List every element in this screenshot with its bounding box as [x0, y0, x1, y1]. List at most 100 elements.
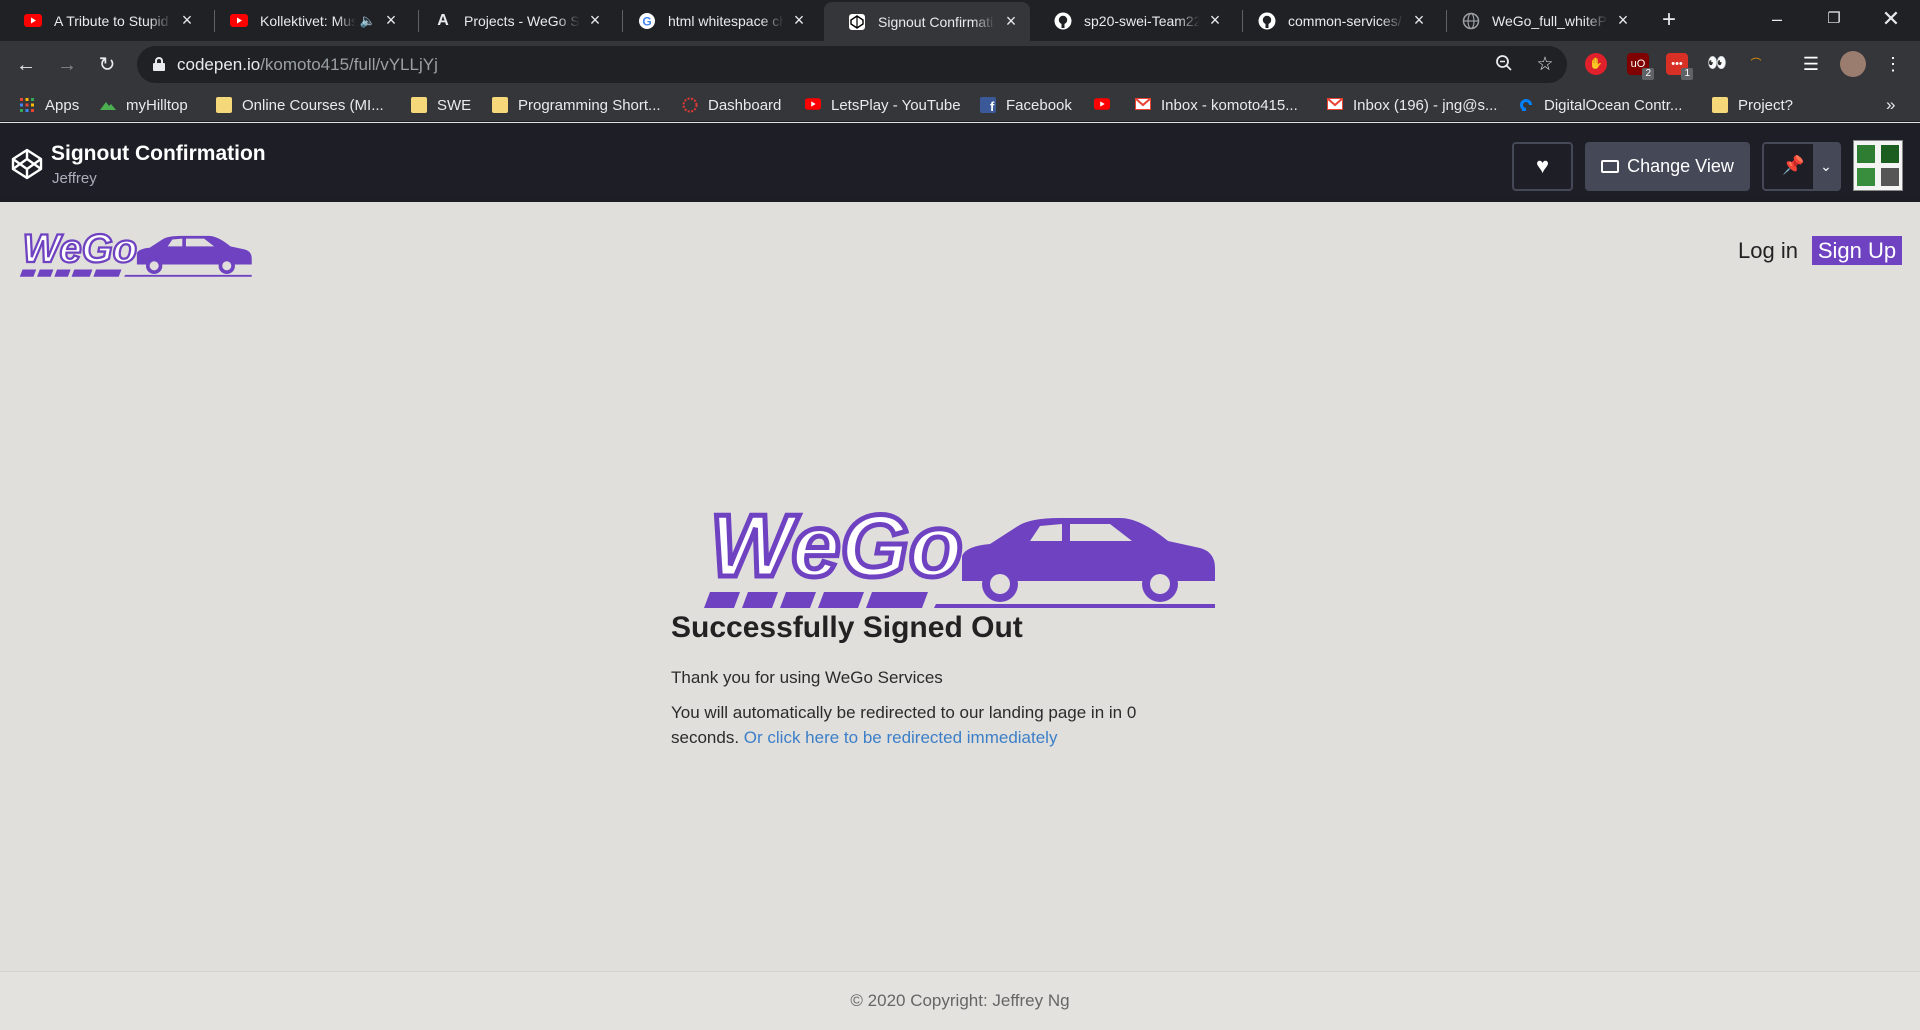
codepen-icon	[848, 13, 866, 31]
bookmark-label: myHilltop	[126, 96, 188, 114]
signup-button[interactable]: Sign Up	[1812, 236, 1902, 265]
reload-button[interactable]: ↻	[92, 50, 122, 80]
media-control-icon[interactable]: ☰	[1800, 53, 1822, 75]
digitalocean-icon	[1518, 97, 1534, 113]
bookmark-letsplay[interactable]: LetsPlay - YouTube	[805, 94, 961, 116]
tab-tribute[interactable]: A Tribute to Stupid ×	[0, 0, 206, 41]
codepen-logo-icon[interactable]	[10, 147, 44, 181]
bookmark-myhilltop[interactable]: myHilltop	[100, 94, 188, 116]
hilltop-icon	[100, 97, 116, 113]
tab-title: Signout Confirmati	[878, 13, 994, 30]
redirect-message: You will automatically be redirected to …	[671, 700, 1201, 750]
tab-title: A Tribute to Stupid	[54, 12, 169, 29]
tab-html-whitespace[interactable]: G html whitespace ch ×	[614, 0, 818, 41]
ublock-extension-icon[interactable]: uO 2	[1627, 53, 1654, 80]
redirect-link[interactable]: Or click here to be redirected immediate…	[744, 728, 1058, 747]
bookmark-inbox-jng[interactable]: Inbox (196) - jng@s...	[1326, 94, 1498, 116]
svg-text:G: G	[642, 14, 651, 28]
tab-kollektivet[interactable]: Kollektivet: Music 🔈 ×	[206, 0, 410, 41]
address-bar[interactable]: codepen.io/komoto415/full/vYLLjYj ☆	[137, 46, 1567, 83]
bookmarks-bar: Apps myHilltop Online Courses (MI... SWE…	[0, 88, 1920, 122]
pin-icon: 📌	[1782, 155, 1805, 175]
youtube-icon	[1094, 97, 1110, 113]
speaker-icon[interactable]: 🔈	[360, 13, 376, 29]
zoom-icon[interactable]	[1493, 54, 1515, 76]
bookmark-label: DigitalOcean Contr...	[1544, 96, 1683, 114]
gmail-icon	[1326, 97, 1344, 113]
close-tab-icon[interactable]: ×	[382, 10, 400, 31]
signout-heading: Successfully Signed Out	[671, 611, 1023, 644]
close-window-button[interactable]: ✕	[1868, 0, 1914, 41]
close-tab-icon[interactable]: ×	[1206, 10, 1224, 31]
google-icon: G	[638, 12, 656, 30]
folder-icon	[216, 97, 232, 113]
youtube-icon	[24, 12, 42, 30]
browser-toolbar: ← → ↻ codepen.io/komoto415/full/vYLLjYj …	[0, 41, 1920, 88]
change-view-button[interactable]: Change View	[1585, 142, 1750, 191]
wego-logo[interactable]: WeGo	[18, 224, 254, 280]
svg-text:WeGo: WeGo	[23, 227, 138, 271]
close-tab-icon[interactable]: ×	[1410, 10, 1428, 31]
facebook-icon: f	[980, 97, 996, 114]
extension-red-icon[interactable]: ••• 1	[1666, 53, 1693, 80]
github-icon	[1258, 12, 1276, 30]
bookmark-project[interactable]: Project?	[1712, 94, 1793, 116]
close-tab-icon[interactable]: ×	[1002, 11, 1020, 32]
bookmark-swe[interactable]: SWE	[411, 94, 471, 116]
codepen-header: Signout Confirmation Jeffrey ♥ Change Vi…	[0, 123, 1920, 202]
bookmark-label: SWE	[437, 96, 472, 114]
tab-title: common-services/	[1288, 12, 1402, 29]
login-link[interactable]: Log in	[1738, 238, 1798, 264]
extension-badge: 1	[1681, 68, 1693, 80]
close-tab-icon[interactable]: ×	[1614, 10, 1632, 31]
extension-rainbow-icon[interactable]: ⌒	[1745, 53, 1767, 75]
a-letter-icon: A	[437, 11, 449, 29]
user-avatar[interactable]	[1853, 140, 1903, 191]
tab-common-services[interactable]: common-services/ ×	[1234, 0, 1438, 41]
bookmark-online-courses[interactable]: Online Courses (MI...	[216, 94, 384, 116]
view-icon	[1601, 160, 1620, 173]
lock-icon[interactable]	[153, 57, 165, 71]
chrome-menu-icon[interactable]: ⋮	[1882, 53, 1904, 75]
url-text[interactable]: codepen.io/komoto415/full/vYLLjYj	[177, 55, 438, 75]
forward-button[interactable]: →	[52, 50, 82, 80]
copyright-text: © 2020 Copyright: Jeffrey Ng	[850, 991, 1070, 1010]
extension-badge: 2	[1642, 68, 1654, 80]
site-footer: © 2020 Copyright: Jeffrey Ng	[0, 971, 1920, 1030]
gmail-icon	[1134, 97, 1152, 113]
bookmark-apps[interactable]: Apps	[19, 94, 79, 116]
bookmark-youtube[interactable]	[1094, 94, 1120, 116]
tab-signout-confirmation[interactable]: Signout Confirmati ×	[824, 2, 1030, 41]
more-bookmarks-button[interactable]: »	[1886, 94, 1895, 116]
wego-hero-logo: WeGo	[700, 494, 1220, 611]
svg-text:f: f	[990, 99, 995, 113]
tab-wego-full-white[interactable]: WeGo_full_whitePu ×	[1438, 0, 1642, 41]
profile-avatar-icon[interactable]	[1840, 51, 1866, 77]
bookmark-label: Apps	[45, 96, 80, 114]
minimize-button[interactable]: –	[1754, 0, 1800, 41]
bookmark-label: Inbox (196) - jng@s...	[1353, 96, 1498, 114]
pen-author[interactable]: Jeffrey	[52, 170, 97, 187]
bookmark-label: Programming Short...	[518, 96, 661, 114]
restore-button[interactable]: ❐	[1811, 0, 1857, 41]
back-button[interactable]: ←	[11, 50, 41, 80]
bookmark-programming[interactable]: Programming Short...	[492, 94, 661, 116]
bookmark-dashboard[interactable]: Dashboard	[682, 94, 781, 116]
heart-button[interactable]: ♥	[1512, 142, 1573, 191]
tab-projects[interactable]: A Projects - WeGo Se ×	[410, 0, 614, 41]
new-tab-button[interactable]: +	[1655, 6, 1683, 34]
tab-sp20-swei[interactable]: sp20-swei-Team22 ×	[1030, 0, 1234, 41]
close-tab-icon[interactable]: ×	[586, 10, 604, 31]
bookmark-star-icon[interactable]: ☆	[1534, 54, 1556, 76]
svg-text:WeGo: WeGo	[710, 496, 963, 595]
chevron-down-icon[interactable]: ⌄	[1813, 144, 1839, 189]
pin-button[interactable]: 📌 ⌄	[1762, 142, 1841, 191]
close-tab-icon[interactable]: ×	[790, 10, 808, 31]
globe-icon	[1462, 12, 1480, 30]
extension-owl-icon[interactable]: 👀	[1706, 53, 1728, 75]
bookmark-inbox-komoto[interactable]: Inbox - komoto415...	[1134, 94, 1298, 116]
bookmark-digitalocean[interactable]: DigitalOcean Contr...	[1518, 94, 1682, 116]
bookmark-facebook[interactable]: f Facebook	[980, 94, 1072, 116]
close-tab-icon[interactable]: ×	[178, 10, 196, 31]
extension-stop-icon[interactable]: ✋	[1585, 53, 1607, 75]
